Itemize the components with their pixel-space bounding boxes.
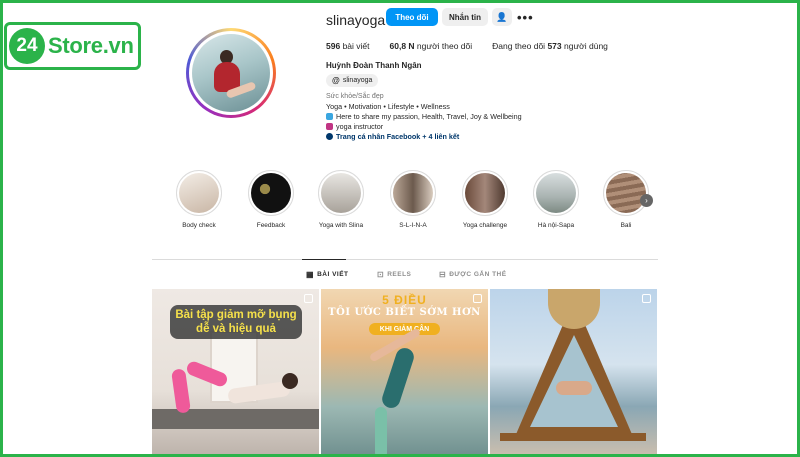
posts-label: bài viết (342, 41, 370, 51)
highlight-item[interactable]: S-L-I-N-A (390, 170, 436, 229)
logo-badge: 24 h (9, 28, 46, 64)
highlight-item[interactable]: Yoga challenge (462, 170, 508, 229)
highlight-item[interactable]: Feedback (248, 170, 294, 229)
bio-links[interactable]: Trang cá nhân Facebook + 4 liên kết (326, 132, 459, 141)
wave-icon (326, 113, 333, 120)
tab-reels-label: REELS (387, 271, 412, 278)
highlight-ring (318, 170, 364, 216)
highlight-thumb (465, 173, 505, 213)
highlight-item[interactable]: Bali (603, 170, 649, 229)
bio-links-text: Trang cá nhân Facebook + 4 liên kết (336, 132, 460, 141)
post-title-2: TÔI ƯỚC BIẾT SỚM HƠN (328, 307, 481, 318)
highlight-item[interactable]: Hà nội-Sapa (533, 170, 579, 229)
highlight-thumb (321, 173, 361, 213)
posts-stat: 596 bài viết (326, 41, 370, 51)
bio-line-1: Yoga • Motivation • Lifestyle • Wellness (326, 102, 450, 111)
following-count: 573 (547, 41, 562, 51)
reel-icon (642, 294, 651, 303)
grid-icon: ▦ (306, 270, 315, 279)
highlight-ring (603, 170, 649, 216)
bio-line-2: Here to share my passion, Health, Travel… (326, 112, 522, 121)
highlight-thumb (393, 173, 433, 213)
highlight-thumb (536, 173, 576, 213)
followers-label: người theo dõi (416, 41, 473, 51)
post-figure (556, 381, 592, 395)
reel-icon (304, 294, 313, 303)
tab-posts[interactable]: ▦ BÀI VIẾT (306, 270, 349, 279)
highlight-item[interactable]: Yoga with Slina (318, 170, 364, 229)
followers-stat[interactable]: 60,8 N người theo dõi (390, 41, 473, 51)
reel-icon (473, 294, 482, 303)
post-caption: Bài tập giảm mỡ bụng dễ và hiệu quả (170, 305, 302, 339)
add-user-icon: 👤 (496, 11, 508, 22)
tab-tagged[interactable]: ⊟ ĐƯỢC GẮN THẺ (439, 270, 507, 279)
post-thumbnail[interactable] (490, 289, 657, 457)
post-thumbnail[interactable]: Bài tập giảm mỡ bụng dễ và hiệu quả (152, 289, 319, 457)
highlight-label: Bali (620, 222, 632, 229)
post-head (282, 373, 298, 389)
store-logo: 24 h Store.vn (4, 22, 141, 70)
posts-count: 596 (326, 41, 341, 51)
tab-tagged-label: ĐƯỢC GẮN THẺ (449, 271, 507, 278)
profile-avatar[interactable] (186, 28, 276, 118)
logo-badge-sup: h (42, 30, 46, 36)
bio-line-3-text: yoga instructor (336, 122, 384, 131)
more-options-icon[interactable]: ••• (517, 10, 534, 25)
highlight-item[interactable]: Body check (176, 170, 222, 229)
tab-reels[interactable]: ⊡ REELS (377, 270, 411, 279)
highlight-thumb (606, 173, 646, 213)
logo-badge-number: 24 (16, 35, 38, 56)
highlight-ring (533, 170, 579, 216)
avatar-photo (192, 34, 270, 112)
highlight-ring (248, 170, 294, 216)
link-icon (326, 133, 333, 140)
highlight-ring (462, 170, 508, 216)
instagram-icon (326, 123, 333, 130)
following-prefix: Đang theo dõi (492, 41, 546, 51)
highlight-ring (390, 170, 436, 216)
tabs-divider (152, 259, 658, 260)
profile-full-name: Huỳnh Đoàn Thanh Ngân (326, 61, 422, 70)
post-badge: KHI GIẢM CÂN (369, 323, 440, 335)
highlight-thumb (179, 173, 219, 213)
post-leg (171, 368, 191, 414)
logo-text: Store.vn (48, 33, 134, 58)
suggested-users-button[interactable]: 👤 (492, 8, 512, 26)
highlight-thumb (251, 173, 291, 213)
highlight-ring (176, 170, 222, 216)
reels-icon: ⊡ (377, 270, 385, 279)
active-tab-indicator (302, 259, 346, 260)
message-button[interactable]: Nhắn tin (442, 8, 488, 26)
tab-posts-label: BÀI VIẾT (317, 271, 349, 278)
post-leg (375, 407, 387, 457)
threads-badge[interactable]: @ slinayoga (326, 74, 379, 87)
profile-stats: 596 bài viết 60,8 N người theo dõi Đang … (326, 41, 608, 51)
post-title-1: 5 ĐIỀU (382, 293, 427, 307)
post-body (379, 345, 417, 411)
follow-button[interactable]: Theo dõi (386, 8, 438, 26)
followers-count: 60,8 N (389, 41, 415, 51)
post-thumbnail[interactable]: 5 ĐIỀU TÔI ƯỚC BIẾT SỚM HƠN KHI GIẢM CÂN (321, 289, 488, 457)
profile-category: Sức khỏe/Sắc đẹp (326, 93, 384, 100)
bio-line-2-text: Here to share my passion, Health, Travel… (336, 112, 522, 121)
following-label: người dùng (564, 41, 608, 51)
chevron-right-icon[interactable]: › (640, 194, 653, 207)
profile-username: slinayoga (326, 12, 386, 28)
post-yoga-mat (152, 409, 319, 429)
threads-icon: @ (332, 76, 340, 85)
tag-icon: ⊟ (439, 270, 447, 279)
post-base (500, 433, 646, 441)
avatar-inner (189, 31, 273, 115)
bio-line-3: yoga instructor (326, 122, 383, 131)
following-stat[interactable]: Đang theo dõi 573 người dùng (492, 41, 608, 51)
threads-handle: slinayoga (342, 77, 373, 84)
